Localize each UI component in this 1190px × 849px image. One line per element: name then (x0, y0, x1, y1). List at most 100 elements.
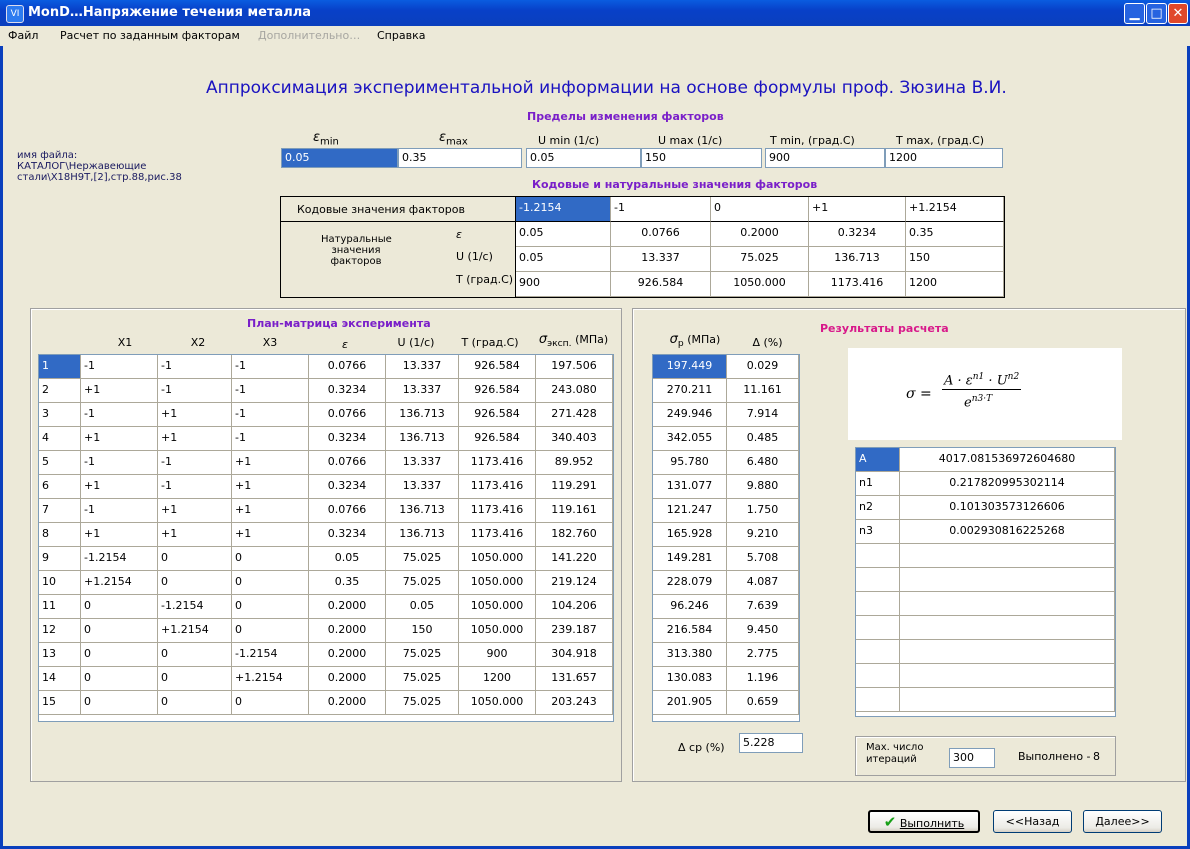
max-iterations-input[interactable]: 300 (949, 748, 995, 768)
natural-value-cell[interactable]: 136.713 (809, 247, 906, 272)
t-max-input[interactable]: 1200 (885, 148, 1003, 168)
plan-cell[interactable]: 0.35 (309, 571, 386, 595)
plan-cell[interactable]: 926.584 (459, 403, 536, 427)
plan-cell[interactable]: 0.2000 (309, 667, 386, 691)
plan-cell[interactable]: -1 (81, 499, 158, 523)
eps-min-input[interactable]: 0.05 (281, 148, 398, 168)
plan-cell[interactable]: 1050.000 (459, 595, 536, 619)
natural-value-cell[interactable]: 926.584 (611, 272, 711, 297)
plan-cell[interactable]: 150 (386, 619, 459, 643)
param-value-cell[interactable]: 4017.081536972604680 (900, 448, 1115, 472)
delta-cell[interactable]: 1.750 (727, 499, 799, 523)
plan-cell[interactable]: -1 (81, 403, 158, 427)
plan-cell[interactable]: 0 (81, 643, 158, 667)
sigma-p-cell[interactable]: 96.246 (653, 595, 727, 619)
param-value-cell[interactable] (900, 568, 1115, 592)
plan-cell[interactable]: 14 (39, 667, 81, 691)
plan-cell[interactable]: 6 (39, 475, 81, 499)
natural-value-cell[interactable]: 900 (516, 272, 611, 297)
plan-cell[interactable]: -1.2154 (158, 595, 232, 619)
plan-cell[interactable]: -1.2154 (81, 547, 158, 571)
plan-cell[interactable]: -1 (158, 379, 232, 403)
u-max-input[interactable]: 150 (641, 148, 762, 168)
plan-cell[interactable]: 136.713 (386, 523, 459, 547)
plan-cell[interactable]: 136.713 (386, 499, 459, 523)
delta-cell[interactable]: 11.161 (727, 379, 799, 403)
plan-cell[interactable]: 13.337 (386, 379, 459, 403)
plan-cell[interactable]: 0 (81, 595, 158, 619)
code-value-cell[interactable]: +1 (809, 197, 906, 222)
sigma-p-cell[interactable]: 95.780 (653, 451, 727, 475)
plan-cell[interactable]: 0 (158, 667, 232, 691)
plan-cell[interactable]: 136.713 (386, 427, 459, 451)
plan-cell[interactable]: 1173.416 (459, 523, 536, 547)
plan-cell[interactable]: 0 (158, 571, 232, 595)
plan-cell[interactable]: 0.0766 (309, 499, 386, 523)
plan-cell[interactable]: +1 (81, 523, 158, 547)
sigma-p-cell[interactable]: 342.055 (653, 427, 727, 451)
plan-cell[interactable]: 0.0766 (309, 355, 386, 379)
delta-cell[interactable]: 1.196 (727, 667, 799, 691)
param-value-cell[interactable]: 0.002930816225268 (900, 520, 1115, 544)
plan-cell[interactable]: +1.2154 (158, 619, 232, 643)
natural-value-cell[interactable]: 0.2000 (711, 222, 809, 247)
close-button[interactable]: ✕ (1168, 3, 1188, 24)
plan-cell[interactable]: 8 (39, 523, 81, 547)
delta-cell[interactable]: 0.029 (727, 355, 799, 379)
plan-cell[interactable]: 5 (39, 451, 81, 475)
natural-value-cell[interactable]: 0.3234 (809, 222, 906, 247)
plan-cell[interactable]: 1050.000 (459, 547, 536, 571)
delta-cell[interactable]: 0.659 (727, 691, 799, 715)
sigma-p-cell[interactable]: 165.928 (653, 523, 727, 547)
natural-value-cell[interactable]: 13.337 (611, 247, 711, 272)
plan-cell[interactable]: -1 (81, 451, 158, 475)
u-min-input[interactable]: 0.05 (526, 148, 641, 168)
t-min-input[interactable]: 900 (765, 148, 885, 168)
sigma-p-cell[interactable]: 130.083 (653, 667, 727, 691)
plan-cell[interactable]: 926.584 (459, 355, 536, 379)
plan-cell[interactable]: 0 (232, 571, 309, 595)
plan-cell[interactable]: +1 (232, 451, 309, 475)
plan-cell[interactable]: 271.428 (536, 403, 613, 427)
param-value-cell[interactable] (900, 688, 1115, 712)
sigma-p-cell[interactable]: 121.247 (653, 499, 727, 523)
minimize-button[interactable]: ▁ (1124, 3, 1145, 24)
plan-cell[interactable]: 0.0766 (309, 403, 386, 427)
plan-cell[interactable]: 0.3234 (309, 475, 386, 499)
plan-cell[interactable]: 104.206 (536, 595, 613, 619)
plan-cell[interactable]: 197.506 (536, 355, 613, 379)
param-name-cell[interactable]: n1 (856, 472, 900, 496)
plan-cell[interactable]: 131.657 (536, 667, 613, 691)
param-name-cell[interactable] (856, 616, 900, 640)
code-value-cell[interactable]: 0 (711, 197, 809, 222)
maximize-button[interactable]: □ (1146, 3, 1167, 24)
sigma-p-cell[interactable]: 249.946 (653, 403, 727, 427)
plan-cell[interactable]: 13 (39, 643, 81, 667)
eps-max-input[interactable]: 0.35 (398, 148, 522, 168)
plan-cell[interactable]: 0.2000 (309, 691, 386, 715)
plan-cell[interactable]: 1050.000 (459, 619, 536, 643)
natural-value-cell[interactable]: 1173.416 (809, 272, 906, 297)
plan-cell[interactable]: 0.0766 (309, 451, 386, 475)
plan-cell[interactable]: 3 (39, 403, 81, 427)
plan-cell[interactable]: 75.025 (386, 643, 459, 667)
delta-cell[interactable]: 4.087 (727, 571, 799, 595)
delta-cell[interactable]: 6.480 (727, 451, 799, 475)
delta-cell[interactable]: 2.775 (727, 643, 799, 667)
plan-cell[interactable]: +1 (81, 475, 158, 499)
param-name-cell[interactable]: A (856, 448, 900, 472)
plan-cell[interactable]: 1173.416 (459, 475, 536, 499)
plan-cell[interactable]: +1 (158, 523, 232, 547)
plan-cell[interactable]: 0.2000 (309, 643, 386, 667)
param-name-cell[interactable] (856, 688, 900, 712)
code-value-cell[interactable]: +1.2154 (906, 197, 1004, 222)
plan-cell[interactable]: +1 (232, 475, 309, 499)
sigma-p-cell[interactable]: 197.449 (653, 355, 727, 379)
plan-cell[interactable]: 900 (459, 643, 536, 667)
param-name-cell[interactable] (856, 544, 900, 568)
sigma-p-cell[interactable]: 270.211 (653, 379, 727, 403)
param-value-cell[interactable]: 0.101303573126606 (900, 496, 1115, 520)
plan-cell[interactable]: +1 (158, 403, 232, 427)
plan-cell[interactable]: 243.080 (536, 379, 613, 403)
plan-cell[interactable]: 0 (232, 547, 309, 571)
